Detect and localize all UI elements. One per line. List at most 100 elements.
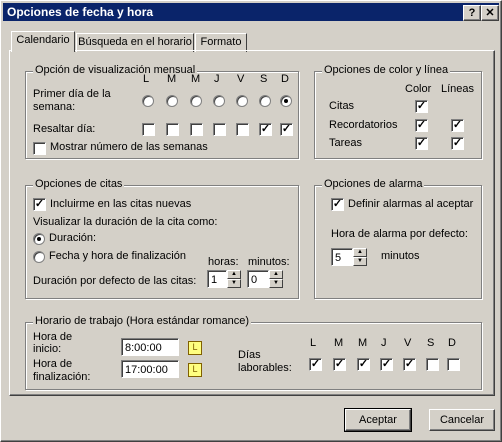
include-me-checkbox[interactable]: ✓ bbox=[33, 198, 46, 211]
hours-up-icon[interactable]: ▲ bbox=[227, 270, 241, 279]
set-alarms-checkbox[interactable]: ✓ bbox=[331, 198, 344, 211]
clock-icon[interactable]: L bbox=[188, 363, 202, 377]
minutes-label: minutos: bbox=[248, 256, 290, 268]
week-numbers-checkbox[interactable] bbox=[33, 142, 46, 155]
work-hours-legend: Horario de trabajo (Hora estándar romanc… bbox=[33, 315, 251, 327]
color-checkbox-1[interactable]: ✓ bbox=[415, 119, 428, 132]
end-datetime-radio-label: Fecha y hora de finalización bbox=[49, 250, 186, 262]
minutes-spinner[interactable]: ▲ ▼ bbox=[269, 270, 283, 288]
workday-checkbox-0[interactable]: ✓ bbox=[309, 358, 322, 371]
workday-header-6: D bbox=[448, 337, 456, 349]
cancel-button[interactable]: Cancelar bbox=[429, 409, 495, 431]
highlight-day-checkbox-2[interactable] bbox=[190, 123, 203, 136]
include-me-label: Incluirme en las citas nuevas bbox=[50, 198, 192, 210]
duration-radio[interactable] bbox=[33, 233, 45, 245]
dialog-window: Opciones de fecha y hora ? ✕ Calendario … bbox=[0, 0, 502, 442]
default-duration-label: Duración por defecto de las citas: bbox=[33, 275, 197, 287]
first-day-radio-1[interactable] bbox=[166, 95, 178, 107]
highlight-day-checkbox-0[interactable] bbox=[142, 123, 155, 136]
day-header-5: S bbox=[260, 73, 268, 85]
minutes-down-icon[interactable]: ▼ bbox=[269, 279, 283, 288]
color-column-header: Color bbox=[405, 83, 432, 95]
clock-icon[interactable]: L bbox=[188, 341, 202, 355]
set-alarms-label: Definir alarmas al aceptar bbox=[348, 198, 474, 210]
lines-column-header: Líneas bbox=[441, 83, 475, 95]
alarm-spinner[interactable]: ▲ ▼ bbox=[353, 248, 367, 266]
work-hours-group: Horario de trabajo (Hora estándar romanc… bbox=[25, 315, 482, 390]
duration-radio-label: Duración: bbox=[49, 232, 97, 244]
alarm-options-legend: Opciones de alarma bbox=[322, 178, 425, 190]
first-day-radio-4[interactable] bbox=[236, 95, 248, 107]
workdays-label-line2: laborables: bbox=[238, 362, 292, 374]
highlight-day-checkbox-4[interactable] bbox=[236, 123, 249, 136]
alarm-down-icon[interactable]: ▼ bbox=[353, 257, 367, 266]
alarm-minutes-input[interactable]: 5 bbox=[331, 248, 353, 266]
first-day-radio-5[interactable] bbox=[259, 95, 271, 107]
start-label-line1: Hora de bbox=[33, 331, 73, 343]
first-day-radio-2[interactable] bbox=[190, 95, 202, 107]
alarm-default-time-label: Hora de alarma por defecto: bbox=[331, 228, 468, 240]
day-header-6: D bbox=[281, 73, 289, 85]
first-day-label-line1: Primer día de la bbox=[33, 88, 111, 100]
week-numbers-label: Mostrar número de las semanas bbox=[50, 141, 208, 153]
appointment-options-legend: Opciones de citas bbox=[33, 178, 125, 190]
lines-checkbox-2[interactable]: ✓ bbox=[451, 137, 464, 150]
monthly-view-group: Opción de visualización mensual L M M J V S ✓ D… bbox=[25, 64, 299, 159]
end-label-line1: Hora de bbox=[33, 358, 73, 370]
day-header-4: V bbox=[237, 73, 245, 85]
color-row-label-0: Citas bbox=[329, 100, 355, 112]
workdays-label-line1: Días bbox=[238, 349, 261, 361]
tab-calendario[interactable]: Calendario bbox=[11, 31, 75, 52]
workday-header-0: L bbox=[310, 337, 317, 349]
color-row-label-1: Recordatorios bbox=[329, 119, 398, 131]
start-time-input[interactable]: 8:00:00 bbox=[121, 338, 179, 356]
day-header-0: L bbox=[143, 73, 150, 85]
color-row-label-2: Tareas bbox=[329, 137, 363, 149]
title-bar: Opciones de fecha y hora ? ✕ bbox=[3, 3, 499, 21]
end-time-input[interactable]: 17:00:00 bbox=[121, 360, 179, 378]
first-day-label-line2: semana: bbox=[33, 101, 76, 113]
close-button[interactable]: ✕ bbox=[481, 5, 499, 21]
first-day-radio-3[interactable] bbox=[213, 95, 225, 107]
help-button[interactable]: ? bbox=[463, 5, 481, 21]
tab-panel-calendario: Opción de visualización mensual L M M J V S ✓ D… bbox=[9, 50, 495, 396]
workday-header-4: V bbox=[404, 337, 412, 349]
highlight-day-checkbox-6[interactable]: ✓ bbox=[280, 123, 293, 136]
color-line-group: Opciones de color y línea Color Líneas C… bbox=[314, 64, 482, 159]
first-day-radio-0[interactable] bbox=[142, 95, 154, 107]
end-datetime-radio[interactable] bbox=[33, 251, 45, 263]
hours-down-icon[interactable]: ▼ bbox=[227, 279, 241, 288]
color-checkbox-2[interactable]: ✓ bbox=[415, 137, 428, 150]
hours-input[interactable]: 1 bbox=[207, 270, 227, 288]
workday-checkbox-4[interactable]: ✓ bbox=[403, 358, 416, 371]
day-header-2: M bbox=[191, 73, 201, 85]
first-day-radio-6[interactable] bbox=[280, 95, 292, 107]
workday-checkbox-3[interactable]: ✓ bbox=[380, 358, 393, 371]
highlight-day-label: Resaltar día: bbox=[33, 123, 96, 135]
highlight-day-checkbox-3[interactable] bbox=[213, 123, 226, 136]
alarm-unit-label: minutos bbox=[381, 250, 420, 262]
alarm-up-icon[interactable]: ▲ bbox=[353, 248, 367, 257]
lines-checkbox-1[interactable]: ✓ bbox=[451, 119, 464, 132]
day-header-3: J bbox=[214, 73, 220, 85]
accept-button[interactable]: Aceptar bbox=[344, 408, 412, 432]
day-header-1: M bbox=[167, 73, 177, 85]
highlight-day-checkbox-5[interactable]: ✓ bbox=[259, 123, 272, 136]
workday-header-3: J bbox=[381, 337, 387, 349]
minutes-input[interactable]: 0 bbox=[247, 270, 269, 288]
workday-checkbox-6[interactable] bbox=[447, 358, 460, 371]
duration-display-label: Visualizar la duración de la cita como: bbox=[33, 216, 218, 228]
highlight-day-checkbox-1[interactable] bbox=[166, 123, 179, 136]
workday-checkbox-1[interactable]: ✓ bbox=[333, 358, 346, 371]
minutes-up-icon[interactable]: ▲ bbox=[269, 270, 283, 279]
start-label-line2: inicio: bbox=[33, 343, 62, 355]
alarm-options-group: Opciones de alarma ✓ Definir alarmas al … bbox=[314, 178, 482, 299]
workday-checkbox-2[interactable]: ✓ bbox=[357, 358, 370, 371]
hours-spinner[interactable]: ▲ ▼ bbox=[227, 270, 241, 288]
workday-header-2: M bbox=[358, 337, 368, 349]
hours-label: horas: bbox=[208, 256, 239, 268]
appointment-options-group: Opciones de citas ✓ Incluirme en las cit… bbox=[25, 178, 299, 299]
color-checkbox-0[interactable]: ✓ bbox=[415, 100, 428, 113]
workday-header-1: M bbox=[334, 337, 344, 349]
workday-checkbox-5[interactable] bbox=[426, 358, 439, 371]
